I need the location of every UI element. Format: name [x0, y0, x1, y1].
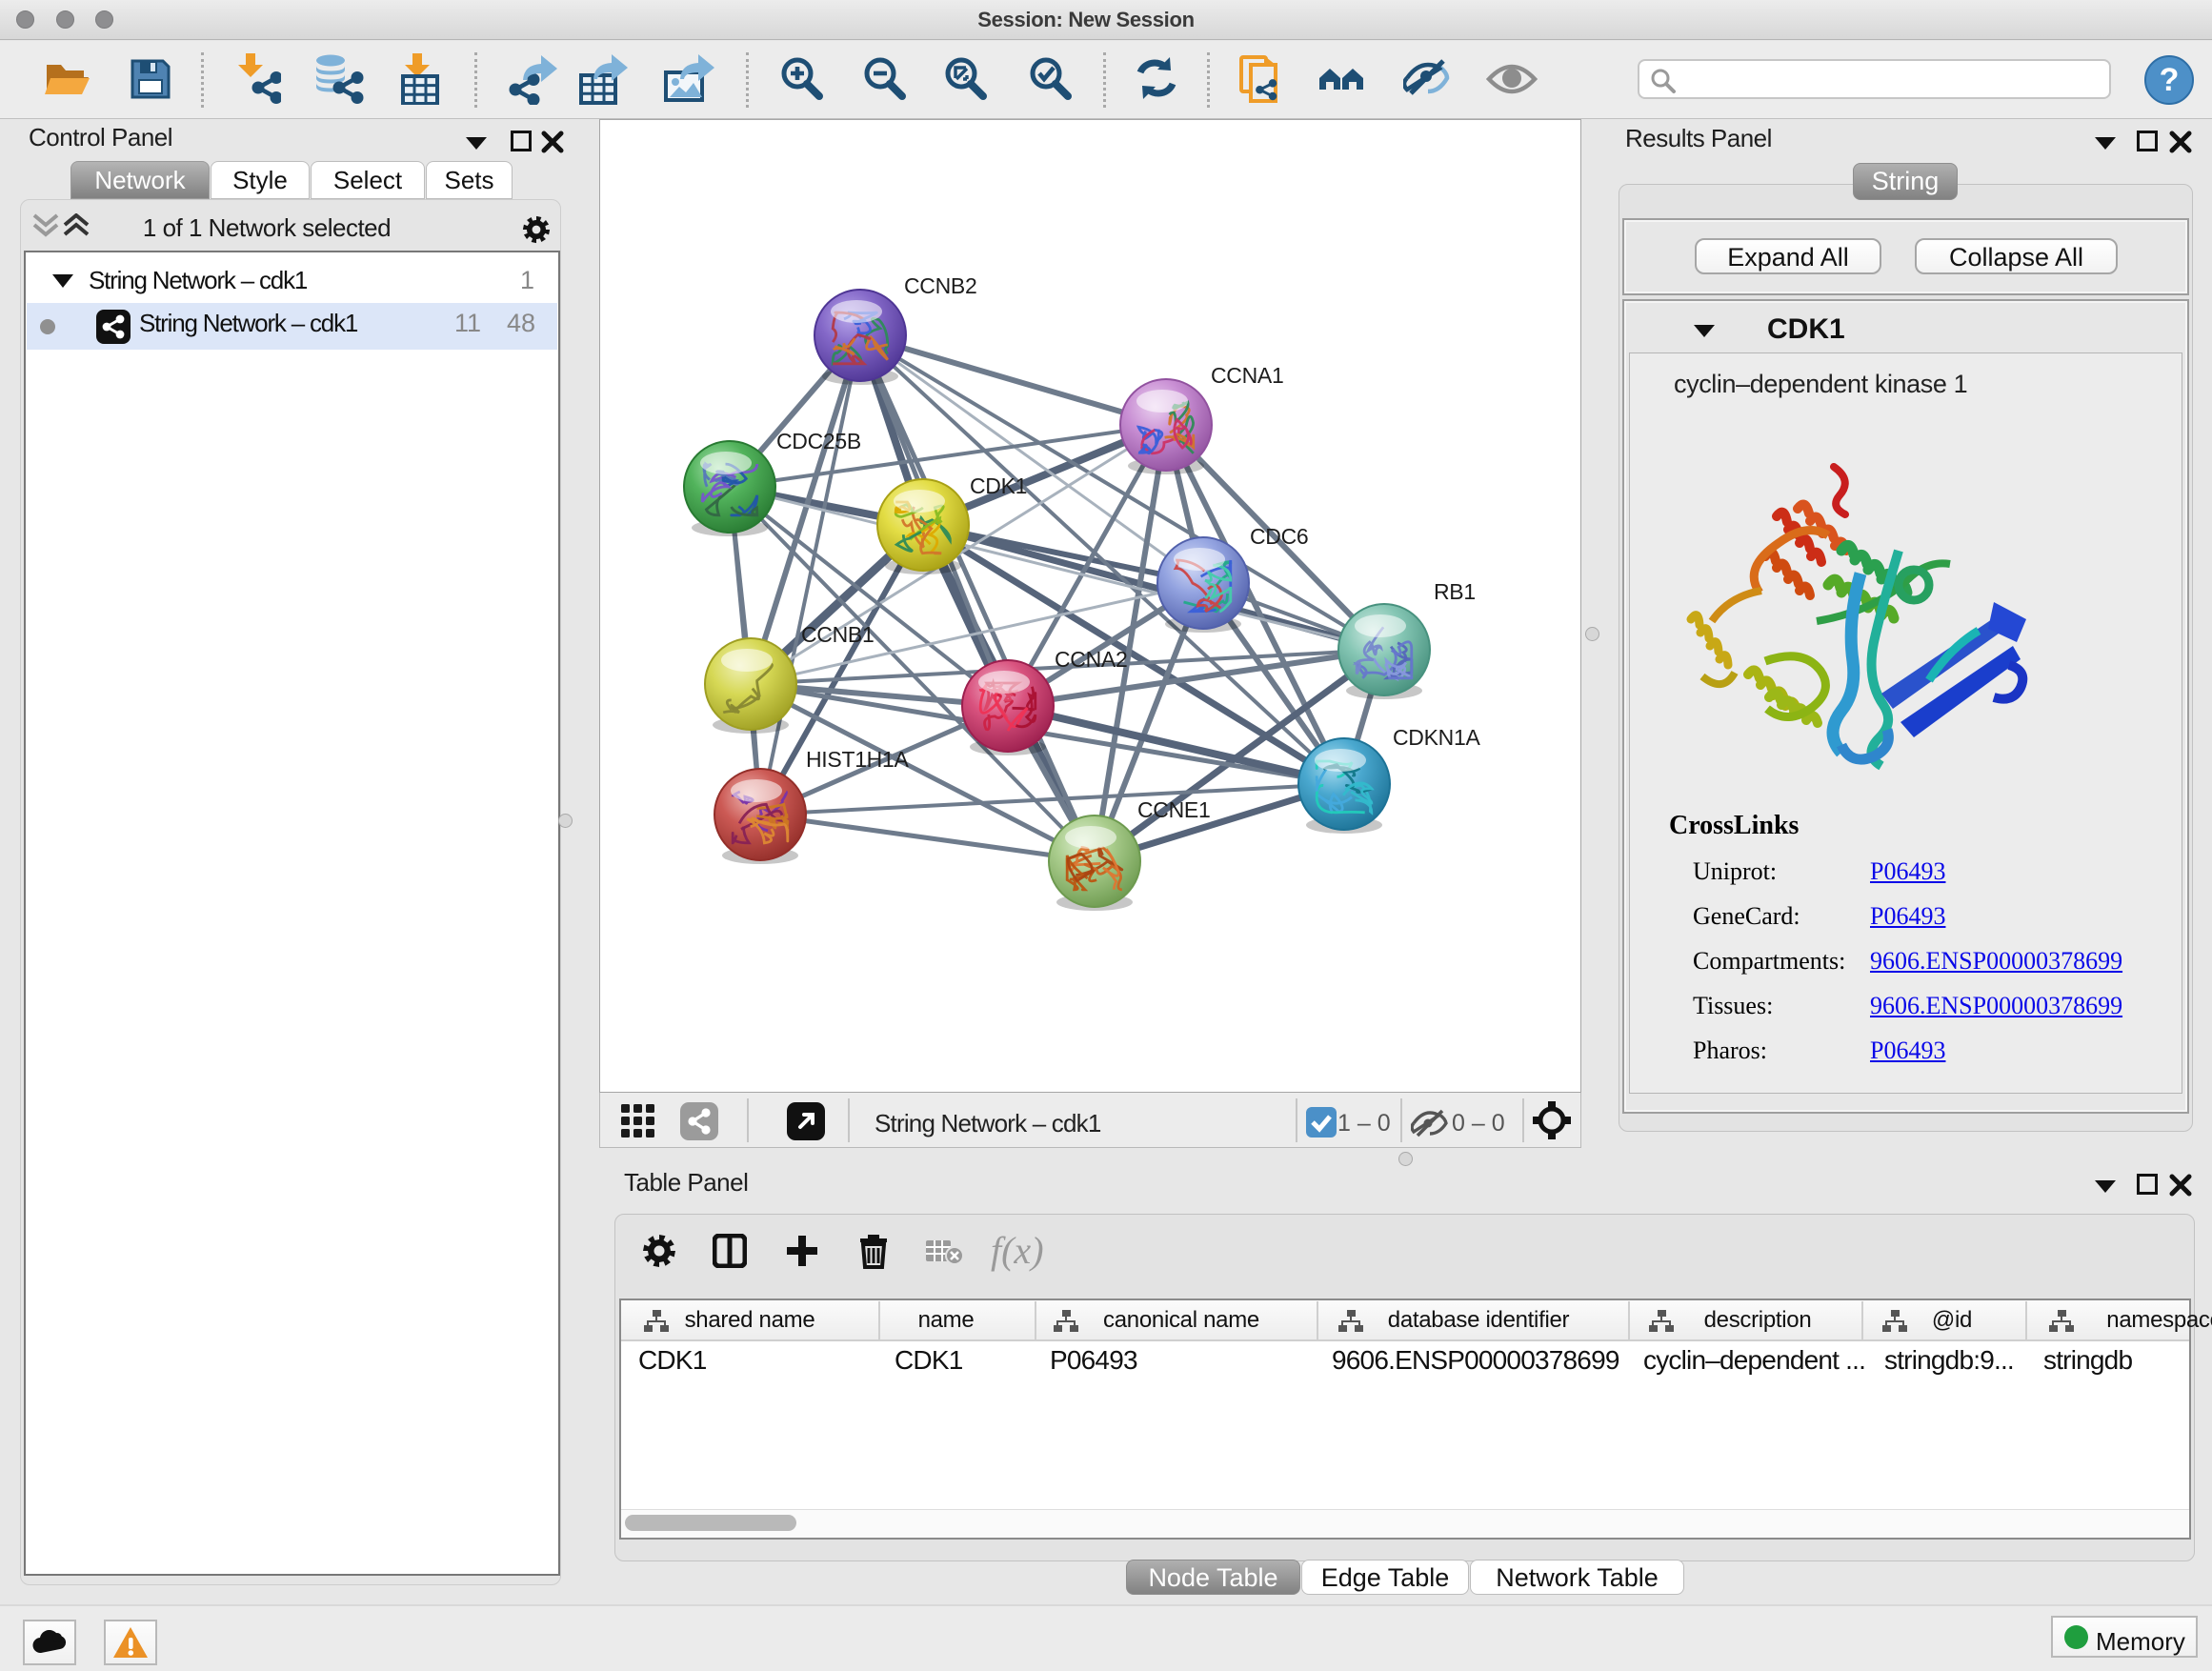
svg-text:CCNA1: CCNA1 [1211, 363, 1283, 388]
svg-text:CCNA2: CCNA2 [1055, 647, 1127, 672]
svg-text:CDC25B: CDC25B [776, 429, 861, 453]
svg-text:CDKN1A: CDKN1A [1393, 725, 1480, 750]
svg-text:?: ? [2160, 62, 2180, 98]
svg-text:CCNE1: CCNE1 [1137, 797, 1210, 822]
svg-text:HIST1H1A: HIST1H1A [806, 747, 909, 772]
svg-text:CCNB2: CCNB2 [904, 273, 976, 298]
svg-text:CCNB1: CCNB1 [801, 622, 874, 647]
svg-text:CDK1: CDK1 [970, 473, 1027, 498]
svg-text:RB1: RB1 [1434, 579, 1476, 604]
svg-text:CDC6: CDC6 [1250, 524, 1308, 549]
